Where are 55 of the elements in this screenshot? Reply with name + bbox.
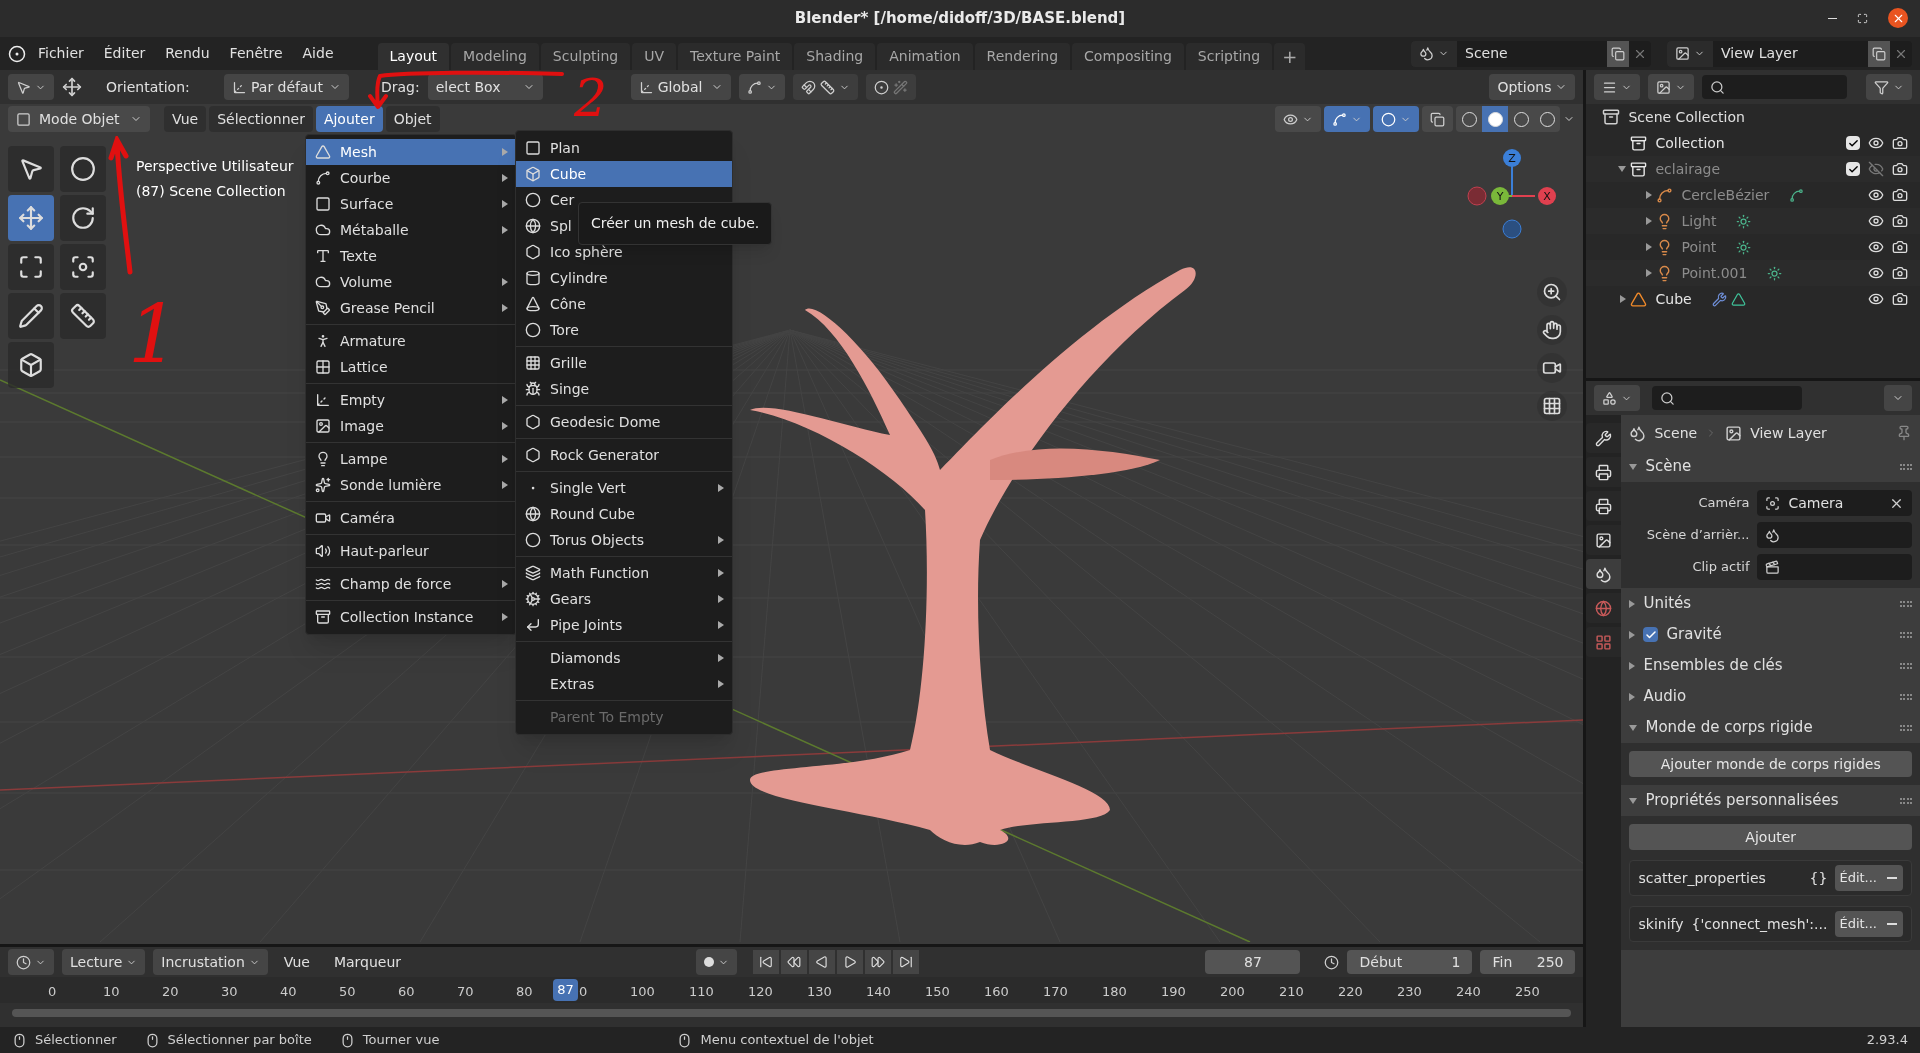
frame-number: 50: [339, 983, 356, 1001]
viewport-info-text: (87) Scene Collection: [136, 182, 287, 201]
axis-gizmo-drawing: Z Y X: [1467, 146, 1568, 261]
frame-number: 80: [516, 983, 533, 1001]
frame-number: 240: [1456, 983, 1481, 1001]
frame-number: 210: [1279, 983, 1304, 1001]
property-value: {'connect_mesh':...: [1691, 914, 1828, 934]
property-name: skinify: [1638, 914, 1684, 934]
frame-number: 200: [1220, 983, 1245, 1001]
frame-number: 190: [1161, 983, 1186, 1001]
property-value: {}: [1808, 868, 1828, 888]
window-title: Blender* [/home/didoff/3D/BASE.blend]: [794, 8, 1126, 30]
orientation-label: Orientation:: [106, 77, 191, 97]
frame-number: 0: [579, 983, 588, 1001]
frame-number: 150: [925, 983, 950, 1001]
outliner-label: Scene Collection: [1628, 107, 1745, 127]
frame-number: 20: [162, 983, 179, 1001]
frame-number: 30: [221, 983, 238, 1001]
outliner-label: Point: [1681, 237, 1717, 257]
frame-number: 140: [866, 983, 891, 1001]
status-hint: Sélectionner par boîte: [167, 1031, 312, 1050]
status-hint: Sélectionner: [35, 1031, 117, 1050]
status-hint: Menu contextuel de l'objet: [700, 1031, 874, 1050]
outliner-label: Light: [1681, 211, 1717, 231]
field-label: Clip actif: [1691, 558, 1750, 577]
frame-number: 220: [1338, 983, 1363, 1001]
outliner-label: Cube: [1655, 289, 1692, 309]
tooltip: Créer un mesh de cube.: [578, 202, 773, 245]
status-hint: Tourner vue: [362, 1031, 440, 1050]
field-label: Scène d’arrièr...: [1645, 526, 1750, 545]
viewport-info-text: Perspective Utilisateur: [136, 157, 294, 176]
frame-number: 60: [398, 983, 415, 1001]
frame-number: 120: [748, 983, 773, 1001]
frame-number: 100: [630, 983, 655, 1001]
frame-number: 0: [48, 983, 57, 1001]
handwritten-number: 2: [574, 72, 608, 124]
property-name: scatter_properties: [1638, 868, 1766, 888]
frame-number: 170: [1043, 983, 1068, 1001]
frame-number: 160: [984, 983, 1009, 1001]
frame-number: 130: [807, 983, 832, 1001]
frame-number: 110: [689, 983, 714, 1001]
outliner-label: eclairage: [1655, 159, 1720, 179]
frame-number: 230: [1397, 983, 1422, 1001]
outliner-label: CercleBézier: [1681, 185, 1770, 205]
handwritten-number: 1: [128, 295, 179, 375]
field-label: Caméra: [1697, 494, 1750, 513]
version-label: 2.93.4: [1866, 1031, 1908, 1050]
outliner-label: Collection: [1655, 133, 1725, 153]
frame-number: 70: [457, 983, 474, 1001]
frame-number: 180: [1102, 983, 1127, 1001]
frame-number: 10: [103, 983, 120, 1001]
outliner-label: Point.001: [1681, 263, 1748, 283]
frame-number: 40: [280, 983, 297, 1001]
drag-label: Drag:: [381, 77, 420, 97]
frame-number: 250: [1515, 983, 1540, 1001]
